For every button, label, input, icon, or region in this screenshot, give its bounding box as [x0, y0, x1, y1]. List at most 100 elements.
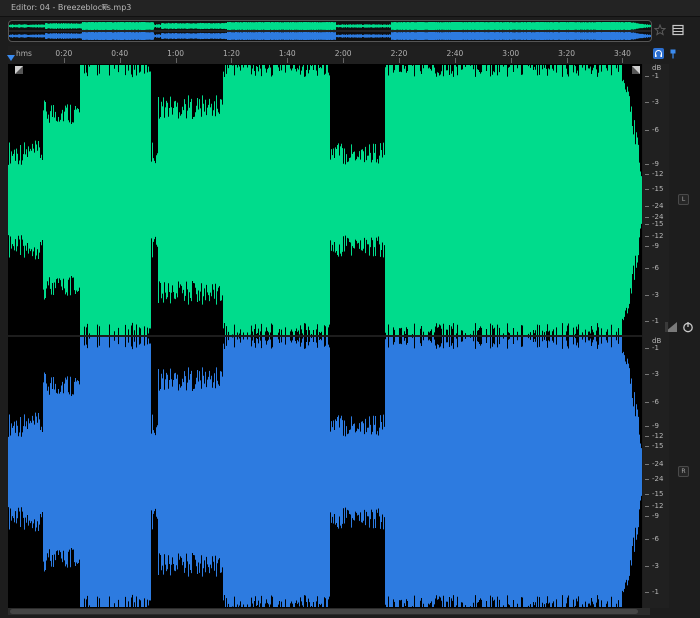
- ruler-tick-label: 0:20: [55, 49, 73, 58]
- channel-badge-left[interactable]: L: [678, 194, 689, 205]
- ruler-tick: [454, 58, 456, 63]
- db-label-lower: -6: [652, 535, 659, 543]
- overview-waveform-graphic: [9, 22, 651, 40]
- db-label-upper: -12: [652, 232, 664, 240]
- db-tick: [645, 206, 649, 207]
- ruler-tick: [343, 58, 345, 63]
- db-tick: [645, 217, 649, 218]
- db-scale: dB dB -1 -3 -6 -9 -12 -15 -24 -24 -15 -12 -9 -6 -3 -1…: [643, 64, 669, 608]
- editor-tab-title[interactable]: Editor: 04 - Breezeblocks.mp3: [11, 3, 131, 12]
- db-label-upper: -3: [652, 291, 659, 299]
- pin-icon[interactable]: [668, 48, 678, 59]
- ruler-tick-label: 0:40: [111, 49, 129, 58]
- ruler-tick: [119, 58, 121, 63]
- db-tick: [645, 174, 649, 175]
- db-label-lower: -15: [652, 442, 664, 450]
- db-tick: [645, 516, 649, 517]
- fade-out-handle-icon[interactable]: [632, 66, 640, 74]
- db-label-upper: -3: [652, 98, 659, 106]
- db-tick: [645, 539, 649, 540]
- ruler-tick: [566, 58, 568, 63]
- ruler-tick-label: 1:20: [223, 49, 240, 58]
- db-tick: [645, 268, 649, 269]
- left-channel-waveform: [9, 22, 651, 30]
- db-tick: [645, 164, 649, 165]
- db-label-upper: -15: [652, 220, 664, 228]
- db-tick: [645, 348, 649, 349]
- power-icon[interactable]: [681, 320, 694, 333]
- db-label-upper: -12: [652, 170, 664, 178]
- ruler-tick-label: 1:00: [167, 49, 184, 58]
- ruler-unit-label: hms: [16, 49, 32, 58]
- ruler-tick-label: 2:00: [334, 49, 352, 58]
- fade-in-handle-icon[interactable]: [15, 66, 23, 74]
- ruler-tick: [175, 58, 177, 63]
- right-channel-waveform: [8, 337, 642, 607]
- db-label-lower: -15: [652, 490, 664, 498]
- ruler-tick: [63, 58, 65, 63]
- right-channel-waveform: [9, 32, 651, 40]
- db-label-lower: -12: [652, 432, 664, 440]
- db-tick: [645, 374, 649, 375]
- ruler-tick-label: 3:20: [558, 49, 575, 58]
- db-label-upper: -6: [652, 126, 659, 134]
- db-tick: [645, 479, 649, 480]
- db-tick: [645, 436, 649, 437]
- db-label-lower: -1: [652, 344, 659, 352]
- db-label-lower: -3: [652, 370, 659, 378]
- waveform-display[interactable]: [8, 64, 642, 608]
- hamburger-menu-icon[interactable]: ≡: [101, 2, 109, 12]
- db-tick: [645, 224, 649, 225]
- ruler-tick-label: 3:00: [502, 49, 520, 58]
- right-toolbar: [670, 20, 700, 618]
- overview-waveform[interactable]: [8, 20, 652, 42]
- ruler-tick: [510, 58, 512, 63]
- ruler-tick: [287, 58, 289, 63]
- db-label-upper: -6: [652, 264, 659, 272]
- db-label-lower: -12: [652, 502, 664, 510]
- db-label-upper: -24: [652, 202, 664, 210]
- db-label-lower: -6: [652, 398, 659, 406]
- star-icon[interactable]: [653, 22, 667, 38]
- time-ruler[interactable]: hms 0:20 0:40 1:00 1:20 1:40 2:00 2:20 2:40 3:00…: [8, 46, 650, 64]
- headphones-icon[interactable]: [653, 48, 664, 59]
- db-tick: [645, 321, 649, 322]
- db-tick: [645, 566, 649, 567]
- db-unit-label-top: dB: [652, 64, 662, 72]
- db-label-lower: -24: [652, 460, 664, 468]
- db-label-upper: -9: [652, 242, 659, 250]
- channel-badge-right[interactable]: R: [678, 466, 689, 477]
- db-tick: [645, 246, 649, 247]
- left-channel-waveform: [8, 65, 642, 335]
- playhead-marker[interactable]: [7, 55, 15, 61]
- db-label-lower: -1: [652, 588, 659, 596]
- db-tick: [645, 295, 649, 296]
- db-tick: [645, 402, 649, 403]
- ruler-tick: [231, 58, 233, 63]
- db-label-upper: -9: [652, 160, 659, 168]
- db-label-lower: -3: [652, 562, 659, 570]
- ruler-tick: [399, 58, 400, 63]
- db-tick: [645, 464, 649, 465]
- db-label-lower: -24: [652, 475, 664, 483]
- db-tick: [645, 102, 649, 103]
- db-tick: [645, 236, 649, 237]
- ruler-tick-label: 2:40: [446, 49, 464, 58]
- db-tick: [645, 189, 649, 190]
- ruler-tick-label: 1:40: [278, 49, 296, 58]
- horizontal-scrollbar-thumb[interactable]: [10, 609, 638, 614]
- db-tick: [645, 506, 649, 507]
- db-label-upper: -15: [652, 185, 664, 193]
- db-tick: [645, 76, 649, 77]
- stereo-waveform: [8, 65, 642, 607]
- db-tick: [645, 494, 649, 495]
- db-label-upper: -1: [652, 72, 659, 80]
- db-tick: [645, 426, 649, 427]
- ruler-tick-label: 3:40: [614, 49, 631, 58]
- db-tick: [645, 592, 649, 593]
- ruler-tick: [622, 58, 624, 63]
- list-view-icon[interactable]: [671, 22, 685, 38]
- db-tick: [645, 130, 649, 131]
- db-tick: [645, 446, 649, 447]
- level-meter-icon[interactable]: [664, 321, 678, 333]
